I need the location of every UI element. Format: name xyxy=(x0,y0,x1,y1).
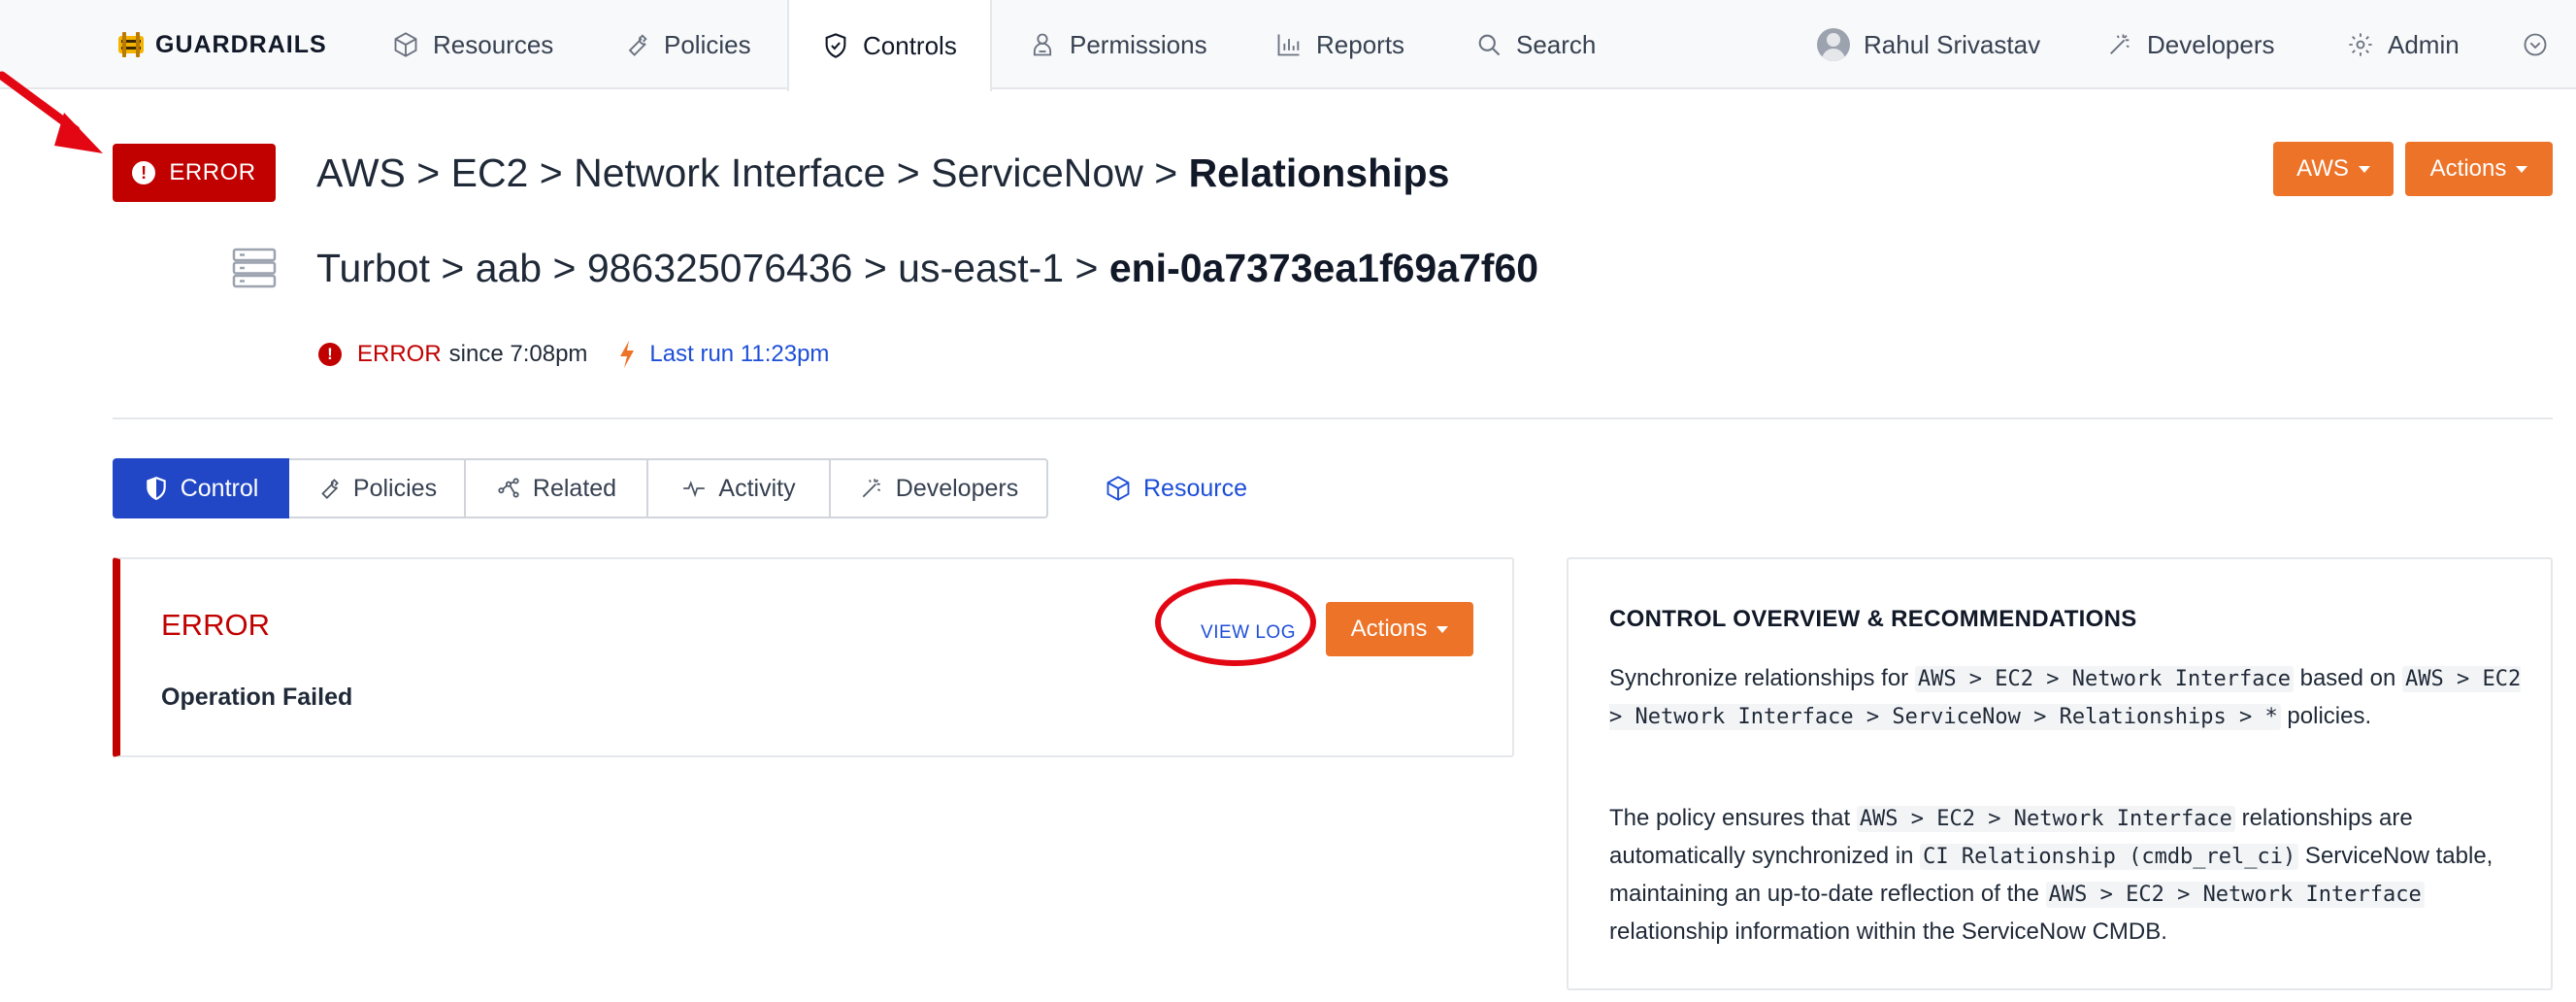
overview-title: CONTROL OVERVIEW & RECOMMENDATIONS xyxy=(1609,606,2137,632)
error-icon: ! xyxy=(318,343,342,366)
graph-nodes-icon xyxy=(498,478,519,498)
user-badge-icon xyxy=(1033,33,1052,56)
policy-breadcrumb: AWS > EC2 > Network Interface > ServiceN… xyxy=(316,146,1449,200)
control-tabs: Control Policies Related Activity Develo… xyxy=(113,458,1048,518)
control-state-title: ERROR xyxy=(161,608,270,642)
nav-resources[interactable]: Resources xyxy=(392,0,553,89)
bar-chart-icon xyxy=(1277,34,1300,56)
wrench-icon xyxy=(321,479,339,499)
tab-developers[interactable]: Developers xyxy=(831,458,1048,518)
caret-down-icon xyxy=(2516,165,2528,173)
status-badge-label: ERROR xyxy=(169,159,256,185)
annotation-arrow-icon xyxy=(0,71,103,153)
nav-developers[interactable]: Developers xyxy=(2106,0,2275,89)
code-snippet: AWS > EC2 > Network Interface xyxy=(1914,666,2294,692)
resource-path-current: eni-0a7373ea1f69a7f60 xyxy=(1108,246,1539,290)
nav-permissions-label: Permissions xyxy=(1070,29,1207,59)
code-snippet: CI Relationship (cmdb_rel_ci) xyxy=(1920,844,2299,870)
header-actions-label: Actions xyxy=(2429,155,2507,182)
pulse-icon xyxy=(683,481,706,498)
code-snippet: AWS > EC2 > Network Interface xyxy=(2045,882,2425,908)
cube-icon xyxy=(394,32,417,57)
card-actions-label: Actions xyxy=(1350,616,1428,642)
avatar xyxy=(1817,28,1850,61)
overview-text: The policy ensures that xyxy=(1609,805,1857,831)
nav-resources-label: Resources xyxy=(433,29,554,59)
tab-policies[interactable]: Policies xyxy=(289,458,466,518)
exclamation-icon: ! xyxy=(132,161,156,184)
tab-control[interactable]: Control xyxy=(113,458,289,518)
card-actions-button[interactable]: Actions xyxy=(1326,602,1473,656)
status-since: since 7:08pm xyxy=(448,341,588,367)
overview-paragraph-2: The policy ensures that AWS > EC2 > Netw… xyxy=(1609,800,2531,951)
page: GUARDRAILS Resources Policies Controls P… xyxy=(0,0,2576,1002)
tab-activity-label: Activity xyxy=(718,474,796,502)
resource-path-text: Turbot > aab > 986325076436 > us-east-1 … xyxy=(316,246,1109,290)
cube-icon xyxy=(1106,476,1130,501)
resource-link[interactable]: Resource xyxy=(1105,458,1247,518)
nav-admin-label: Admin xyxy=(2388,29,2460,59)
brand-name: GUARDRAILS xyxy=(155,30,327,58)
aws-button-label: AWS xyxy=(2296,155,2349,182)
status-text: ERROR xyxy=(357,341,442,367)
nav-policies[interactable]: Policies xyxy=(623,0,751,89)
magic-wand-icon xyxy=(2110,34,2130,54)
chevron-down-circle-icon xyxy=(2524,33,2547,56)
tab-policies-label: Policies xyxy=(352,474,438,502)
overview-text: based on xyxy=(2293,665,2403,691)
status-badge: ! ERROR xyxy=(113,144,276,202)
last-run-link[interactable]: Last run 11:23pm xyxy=(649,341,829,368)
nav-permissions[interactable]: Permissions xyxy=(1029,0,1207,89)
brand-logo[interactable]: GUARDRAILS xyxy=(116,21,327,68)
caret-down-icon xyxy=(1437,625,1449,633)
server-icon xyxy=(232,248,277,288)
top-navbar: GUARDRAILS Resources Policies Controls P… xyxy=(0,0,2576,91)
aws-dropdown-button[interactable]: AWS xyxy=(2273,142,2394,196)
wrench-icon xyxy=(628,34,647,56)
nav-user-name: Rahul Srivastav xyxy=(1864,29,2041,59)
magic-wand-icon xyxy=(862,479,880,498)
nav-user-menu[interactable]: Rahul Srivastav xyxy=(1817,0,2040,89)
caret-down-icon xyxy=(2358,165,2370,173)
shield-half-icon xyxy=(146,477,166,501)
header-actions-button[interactable]: Actions xyxy=(2405,142,2553,196)
search-icon xyxy=(1478,34,1501,56)
tab-control-label: Control xyxy=(180,474,259,502)
resource-breadcrumb: Turbot > aab > 986325076436 > us-east-1 … xyxy=(316,241,1538,295)
tab-activity[interactable]: Activity xyxy=(648,458,831,518)
nav-reports-label: Reports xyxy=(1316,29,1405,59)
code-snippet: AWS > EC2 > Network Interface xyxy=(1856,806,2235,832)
gear-icon xyxy=(2349,33,2372,56)
control-state-card: ERROR Operation Failed VIEW LOG Actions xyxy=(113,557,1514,757)
overview-text: relationship information within the Serv… xyxy=(1609,918,2167,945)
resource-link-label: Resource xyxy=(1143,474,1247,502)
view-log-link[interactable]: VIEW LOG xyxy=(1182,614,1314,652)
tab-related-label: Related xyxy=(532,474,617,502)
overview-text: policies. xyxy=(2280,703,2372,729)
nav-admin[interactable]: Admin xyxy=(2347,0,2460,89)
nav-controls[interactable]: Controls xyxy=(787,0,992,91)
policy-path-current: Relationships xyxy=(1188,150,1450,195)
policy-path-text: AWS > EC2 > Network Interface > ServiceN… xyxy=(316,150,1189,195)
nav-expand-menu[interactable] xyxy=(2522,0,2549,89)
nav-controls-label: Controls xyxy=(863,30,957,60)
nav-reports[interactable]: Reports xyxy=(1275,0,1404,89)
control-status-line: ! ERROR since 7:08pm Last run 11:23pm xyxy=(318,338,829,371)
lightning-bolt-icon xyxy=(620,341,635,368)
control-overview-card: CONTROL OVERVIEW & RECOMMENDATIONS Synch… xyxy=(1567,557,2553,990)
tab-developers-label: Developers xyxy=(895,474,1019,502)
nav-search[interactable]: Search xyxy=(1475,0,1596,89)
guardrails-logo-icon xyxy=(118,32,144,57)
nav-policies-label: Policies xyxy=(664,29,751,59)
divider xyxy=(113,418,2553,419)
nav-search-label: Search xyxy=(1516,29,1597,59)
tab-related[interactable]: Related xyxy=(466,458,648,518)
shield-check-icon xyxy=(825,33,846,58)
overview-paragraph-1: Synchronize relationships for AWS > EC2 … xyxy=(1609,660,2531,736)
overview-text: Synchronize relationships for xyxy=(1609,665,1915,691)
nav-developers-label: Developers xyxy=(2147,29,2275,59)
control-state-reason: Operation Failed xyxy=(161,684,353,711)
